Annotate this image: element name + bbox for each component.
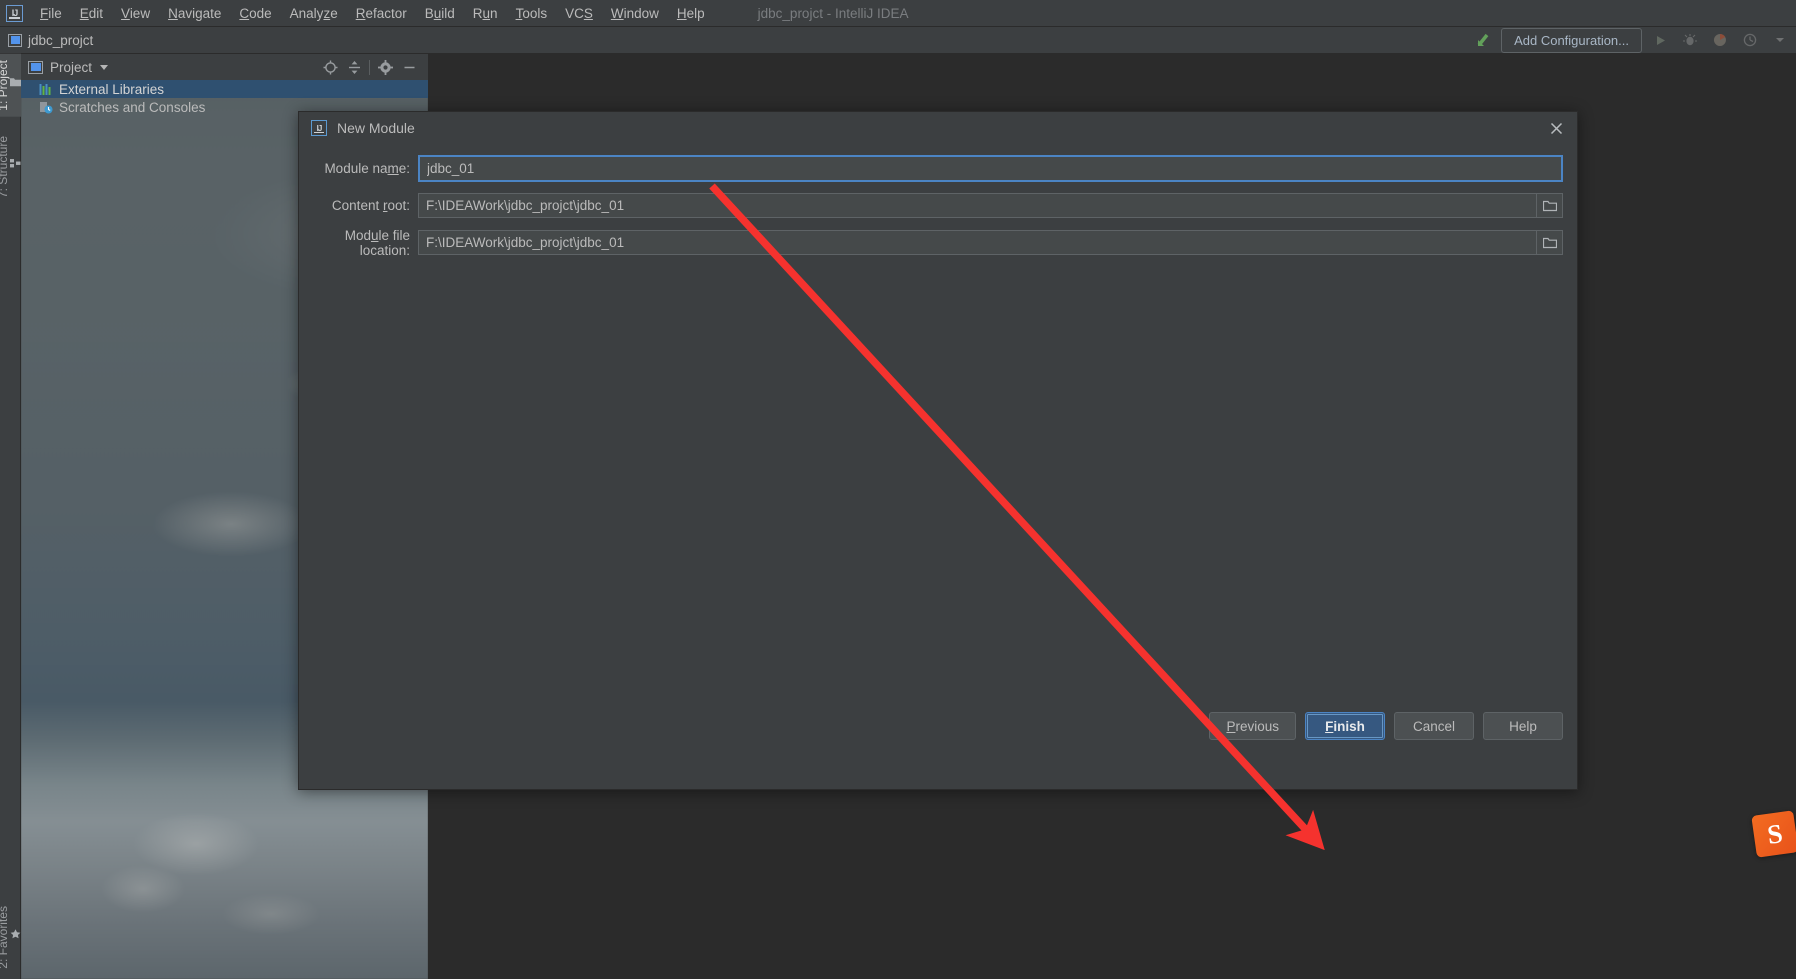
folder-browse-icon[interactable]: [1537, 230, 1563, 255]
form-row: Module name:: [299, 155, 1577, 182]
window-title: jdbc_projct - IntelliJ IDEA: [757, 5, 909, 21]
debug-icon[interactable]: [1678, 29, 1702, 51]
project-panel-header: Project: [21, 54, 428, 80]
project-view-icon: [28, 60, 43, 74]
project-module-icon: [8, 33, 22, 47]
menu-item-window[interactable]: Window: [602, 3, 668, 24]
form-row: Module file location:: [299, 227, 1577, 258]
chevron-down-icon[interactable]: [100, 64, 109, 70]
menu-item-vcs[interactable]: VCS: [556, 3, 602, 24]
chevron-down-icon[interactable]: [1768, 29, 1792, 51]
menu-item-run[interactable]: Run: [464, 3, 507, 24]
sidebar-item-favorites[interactable]: 2: Favorites: [0, 900, 21, 975]
field-wrapper: [418, 193, 1563, 218]
form-row: Content root:: [299, 193, 1577, 218]
dialog-title-bar: IJ New Module: [299, 112, 1577, 144]
cancel-button[interactable]: Cancel: [1394, 712, 1474, 740]
field-wrapper: [418, 155, 1563, 182]
menu-item-help[interactable]: Help: [668, 3, 714, 24]
folder-icon: [10, 76, 21, 90]
sidebar-item-favorites-label: 2: Favorites: [0, 906, 10, 969]
menu-bar: IJ File Edit View Navigate Code Analyze Refact…: [0, 0, 1796, 27]
dialog-button-bar: Previous Finish Cancel Help: [299, 698, 1577, 754]
navigation-bar: jdbc_projct Add Configuration...: [0, 27, 1796, 54]
left-tool-stripe: 1: Project 7: Structure 2: Favorites: [0, 54, 21, 979]
module-name-input[interactable]: [418, 155, 1563, 182]
profile-icon[interactable]: [1738, 29, 1762, 51]
help-button[interactable]: Help: [1483, 712, 1563, 740]
menu-item-code[interactable]: Code: [230, 3, 280, 24]
menu-item-file[interactable]: File: [31, 3, 71, 24]
menu-item-view[interactable]: View: [112, 3, 159, 24]
previous-button[interactable]: Previous: [1209, 712, 1296, 740]
tree-node-label: External Libraries: [59, 81, 165, 97]
sidebar-item-structure-label: 7: Structure: [0, 136, 10, 199]
menu-item-tools[interactable]: Tools: [507, 3, 557, 24]
favorites-icon: [10, 928, 21, 942]
menu-items: File Edit View Navigate Code Analyze Refactor B…: [31, 3, 714, 24]
locate-target-icon[interactable]: [318, 55, 342, 79]
field-label: Module file location:: [344, 227, 410, 258]
sidebar-item-project[interactable]: 1: Project: [0, 54, 21, 117]
run-toolbar: Add Configuration...: [1473, 27, 1796, 53]
intellij-idea-icon: IJ: [6, 4, 23, 22]
run-icon[interactable]: [1648, 29, 1672, 51]
menu-item-refactor[interactable]: Refactor: [347, 3, 416, 24]
tree-node[interactable]: External Libraries: [21, 80, 428, 98]
folder-browse-icon[interactable]: [1537, 193, 1563, 218]
project-panel-actions: [318, 55, 428, 79]
new-module-form: Module name: Content root: Module file loc…: [299, 155, 1577, 258]
content-root-input[interactable]: [418, 193, 1537, 218]
dialog-body: Module name: Content root: Module file loc…: [299, 144, 1577, 754]
menu-item-edit[interactable]: Edit: [71, 3, 112, 24]
project-panel-title: Project: [50, 59, 93, 75]
structure-icon: [10, 158, 21, 172]
field-wrapper: [418, 230, 1563, 255]
finish-button[interactable]: Finish: [1305, 712, 1385, 740]
build-hammer-icon[interactable]: [1473, 29, 1495, 51]
intellij-idea-icon: IJ: [311, 120, 327, 136]
menu-item-analyze[interactable]: Analyze: [281, 3, 347, 24]
breadcrumb[interactable]: jdbc_projct: [0, 33, 93, 48]
scratches-icon: [39, 101, 56, 114]
module-file-location-input[interactable]: [418, 230, 1537, 255]
add-configuration-button[interactable]: Add Configuration...: [1501, 27, 1642, 53]
settings-gear-icon[interactable]: [373, 55, 397, 79]
sidebar-item-structure[interactable]: 7: Structure: [0, 130, 21, 204]
hide-minimize-icon[interactable]: [397, 55, 421, 79]
field-label: Content root:: [331, 198, 410, 213]
libraries-icon: [39, 83, 56, 96]
snipaste-logo: S: [1751, 810, 1796, 858]
breadcrumb-label: jdbc_projct: [28, 32, 94, 48]
menu-item-build[interactable]: Build: [416, 3, 464, 24]
tree-node-label: Scratches and Consoles: [59, 99, 206, 115]
close-icon[interactable]: [1545, 117, 1567, 139]
collapse-all-icon[interactable]: [342, 55, 366, 79]
menu-item-navigate[interactable]: Navigate: [159, 3, 230, 24]
coverage-icon[interactable]: [1708, 29, 1732, 51]
intellij-idea-window: IJ File Edit View Navigate Code Analyze Refact…: [0, 0, 1796, 979]
field-label: Module name:: [324, 161, 410, 176]
sidebar-item-project-label: 1: Project: [0, 60, 10, 111]
toolbar-separator: [369, 59, 370, 75]
dialog-title: New Module: [337, 120, 415, 136]
new-module-dialog: IJ New Module Module name:Content root:M…: [298, 111, 1578, 790]
